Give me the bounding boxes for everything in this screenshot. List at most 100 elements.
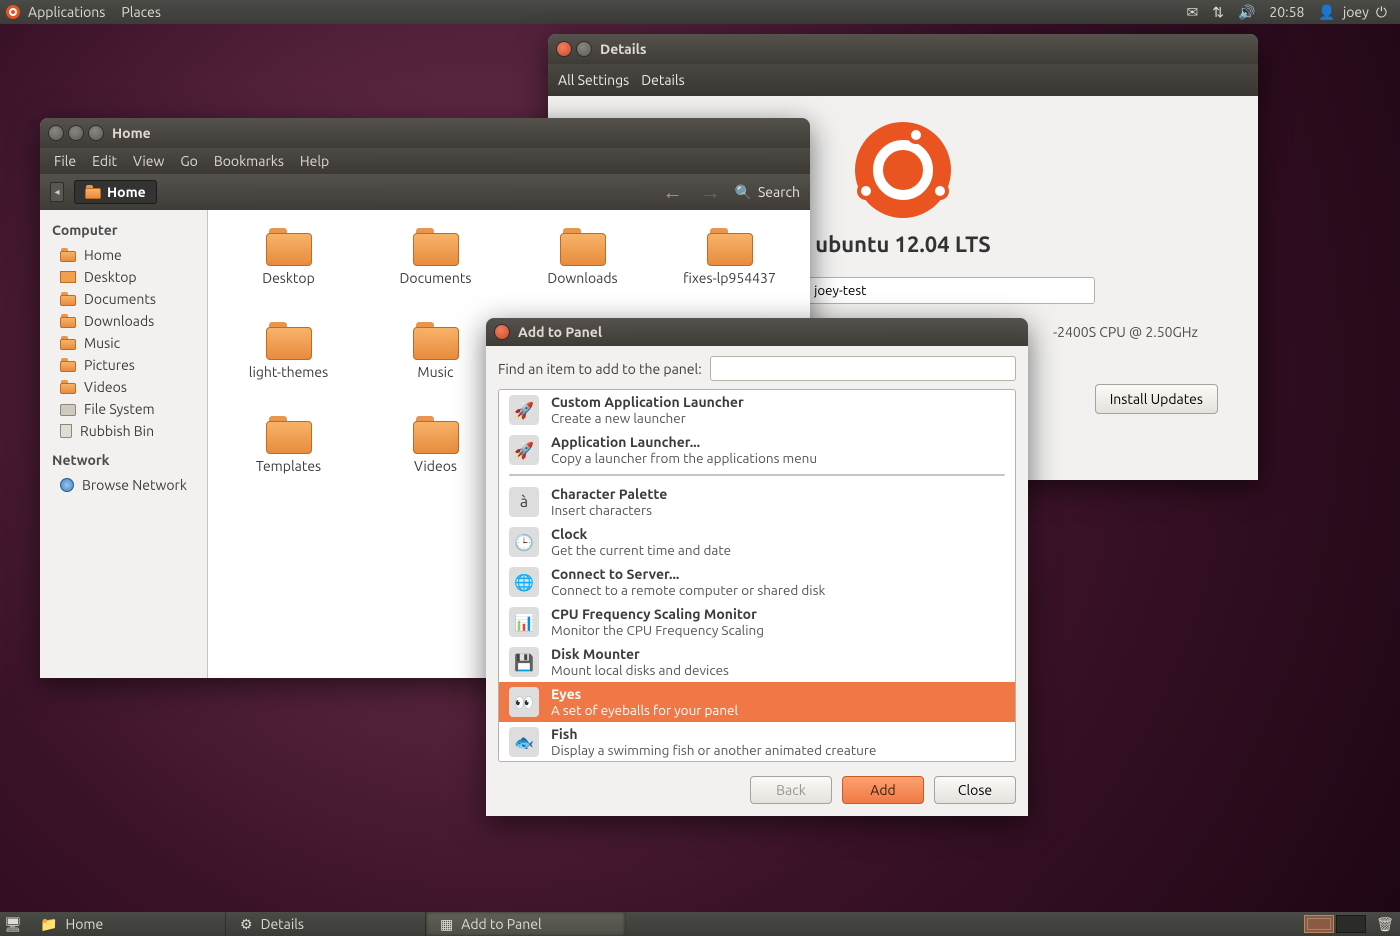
details-link[interactable]: Details	[641, 72, 684, 88]
trash-icon[interactable]: 🗑	[1370, 916, 1400, 933]
close-icon[interactable]	[494, 324, 510, 340]
sidebar-item-label: Music	[84, 335, 120, 351]
applet-icon: à	[509, 487, 539, 517]
session-icon[interactable]: ⏻	[1369, 4, 1394, 21]
applications-menu[interactable]: Applications	[20, 2, 113, 22]
home-titlebar[interactable]: Home	[40, 118, 810, 148]
folder-icon	[413, 228, 459, 266]
bottom-panel: 🖥 📁Home⚙Details▦Add to Panel 🗑	[0, 912, 1400, 936]
close-button[interactable]: Close	[934, 776, 1016, 804]
sidebar-item-file-system[interactable]: File System	[40, 398, 207, 420]
sidebar-item-label: Rubbish Bin	[80, 423, 154, 439]
back-button[interactable]: Back	[750, 776, 832, 804]
menu-file[interactable]: File	[48, 151, 82, 171]
folder-fixes-lp954437[interactable]: fixes-lp954437	[659, 228, 800, 316]
folder-templates[interactable]: Templates	[218, 416, 359, 504]
volume-icon[interactable]: 🔊	[1231, 4, 1262, 21]
folder-icon	[60, 248, 76, 262]
back-icon[interactable]: ←	[659, 180, 687, 205]
folder-icon	[60, 404, 76, 416]
atp-item-custom-application-launcher[interactable]: 🚀Custom Application LauncherCreate a new…	[499, 390, 1015, 430]
menu-go[interactable]: Go	[174, 151, 203, 171]
sidebar-item-browse-network[interactable]: Browse Network	[40, 474, 207, 496]
add-button[interactable]: Add	[842, 776, 924, 804]
atp-item-character-palette[interactable]: àCharacter PaletteInsert characters	[499, 482, 1015, 522]
atp-item-application-launcher-[interactable]: 🚀Application Launcher...Copy a launcher …	[499, 430, 1015, 470]
sidebar-item-pictures[interactable]: Pictures	[40, 354, 207, 376]
folder-documents[interactable]: Documents	[365, 228, 506, 316]
sidebar-item-label: Downloads	[84, 313, 154, 329]
menu-bookmarks[interactable]: Bookmarks	[208, 151, 290, 171]
breadcrumb-home[interactable]: Home	[74, 180, 157, 204]
workspace-2[interactable]	[1336, 915, 1366, 933]
sidebar-item-desktop[interactable]: Desktop	[40, 266, 207, 288]
menu-help[interactable]: Help	[294, 151, 335, 171]
sidebar-toggle[interactable]: ◂	[50, 182, 64, 202]
search-button[interactable]: 🔍 Search	[735, 184, 801, 201]
all-settings-link[interactable]: All Settings	[558, 72, 629, 88]
folder-icon	[60, 424, 72, 438]
workspace-switcher[interactable]	[1300, 915, 1370, 933]
ubuntu-menu-icon[interactable]	[6, 5, 20, 19]
sidebar-item-rubbish-bin[interactable]: Rubbish Bin	[40, 420, 207, 442]
atp-list[interactable]: 🚀Custom Application LauncherCreate a new…	[498, 389, 1016, 762]
applet-desc: Get the current time and date	[551, 542, 731, 558]
workspace-1[interactable]	[1304, 915, 1334, 933]
menu-edit[interactable]: Edit	[86, 151, 123, 171]
sidebar-item-music[interactable]: Music	[40, 332, 207, 354]
applet-title: Connect to Server...	[551, 566, 825, 582]
applet-desc: Copy a launcher from the applications me…	[551, 450, 817, 466]
menu-view[interactable]: View	[127, 151, 170, 171]
atp-item-fish[interactable]: 🐟FishDisplay a swimming fish or another …	[499, 722, 1015, 762]
network-icon[interactable]: ⇅	[1205, 4, 1231, 21]
breadcrumb-label: Home	[107, 184, 146, 200]
mail-icon[interactable]: ✉	[1179, 4, 1205, 21]
folder-icon	[707, 228, 753, 266]
places-menu[interactable]: Places	[113, 2, 169, 22]
applet-icon: 🚀	[509, 395, 539, 425]
atp-title: Add to Panel	[518, 324, 602, 340]
user-icon[interactable]: 👤	[1311, 4, 1342, 21]
close-icon[interactable]	[48, 125, 64, 141]
install-updates-button[interactable]: Install Updates	[1095, 384, 1218, 414]
device-name-input[interactable]	[805, 277, 1095, 304]
folder-icon	[60, 358, 76, 372]
folder-icon	[60, 271, 76, 283]
user-name[interactable]: joey	[1343, 4, 1369, 20]
applet-icon: 🚀	[509, 435, 539, 465]
sidebar-item-downloads[interactable]: Downloads	[40, 310, 207, 332]
folder-light-themes[interactable]: light-themes	[218, 322, 359, 410]
atp-item-disk-mounter[interactable]: 💾Disk MounterMount local disks and devic…	[499, 642, 1015, 682]
sidebar-item-videos[interactable]: Videos	[40, 376, 207, 398]
atp-item-eyes[interactable]: 👀EyesA set of eyeballs for your panel	[499, 682, 1015, 722]
forward-icon[interactable]: →	[697, 180, 725, 205]
sidebar-item-home[interactable]: Home	[40, 244, 207, 266]
folder-music[interactable]: Music	[365, 322, 506, 410]
atp-titlebar[interactable]: Add to Panel	[486, 318, 1028, 346]
sidebar-item-documents[interactable]: Documents	[40, 288, 207, 310]
search-label: Search	[758, 184, 800, 200]
folder-videos[interactable]: Videos	[365, 416, 506, 504]
close-icon[interactable]	[556, 41, 572, 57]
folder-label: Downloads	[547, 270, 617, 286]
applet-title: Fish	[551, 726, 876, 742]
atp-item-cpu-frequency-scaling-monitor[interactable]: 📊CPU Frequency Scaling MonitorMonitor th…	[499, 602, 1015, 642]
task-home[interactable]: 📁Home	[26, 912, 226, 936]
folder-downloads[interactable]: Downloads	[512, 228, 653, 316]
minimize-icon[interactable]	[576, 41, 592, 57]
find-input[interactable]	[710, 356, 1016, 381]
sidebar: Computer HomeDesktopDocumentsDownloadsMu…	[40, 210, 208, 678]
folder-icon	[266, 228, 312, 266]
atp-item-connect-to-server-[interactable]: 🌐Connect to Server...Connect to a remote…	[499, 562, 1015, 602]
task-add-to-panel[interactable]: ▦Add to Panel	[426, 912, 626, 936]
sidebar-item-label: Home	[84, 247, 122, 263]
atp-item-clock[interactable]: 🕒ClockGet the current time and date	[499, 522, 1015, 562]
details-titlebar[interactable]: Details	[548, 34, 1258, 64]
task-details[interactable]: ⚙Details	[226, 912, 426, 936]
minimize-icon[interactable]	[68, 125, 84, 141]
maximize-icon[interactable]	[88, 125, 104, 141]
folder-desktop[interactable]: Desktop	[218, 228, 359, 316]
show-desktop-icon[interactable]: 🖥	[0, 916, 26, 933]
sidebar-item-label: Documents	[84, 291, 156, 307]
clock[interactable]: 20:58	[1262, 4, 1311, 20]
